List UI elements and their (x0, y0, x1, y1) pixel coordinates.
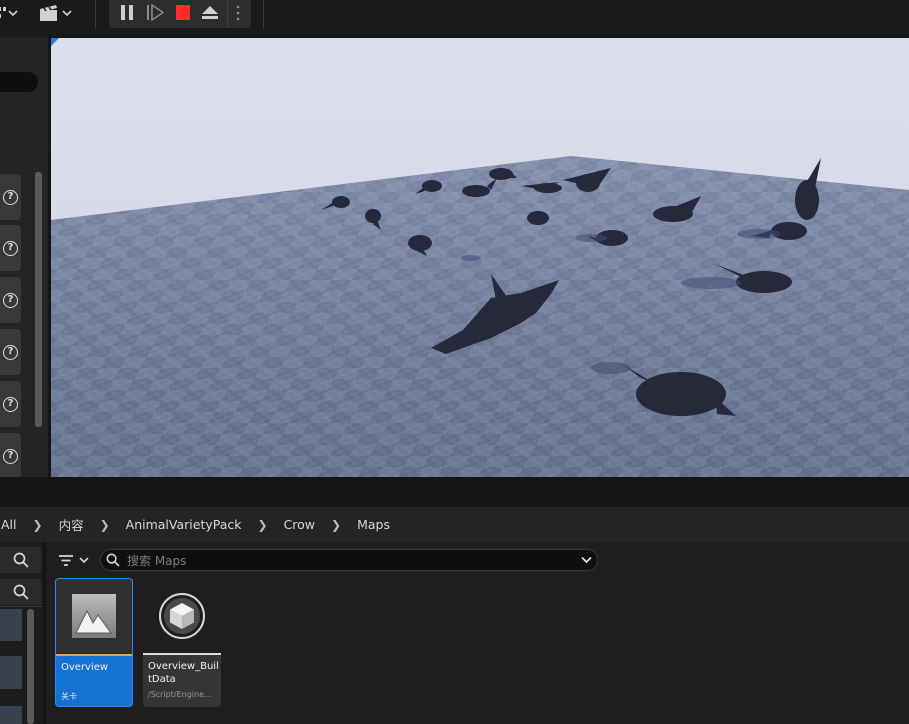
clapperboard-icon[interactable] (38, 3, 60, 23)
help-button[interactable]: ? (0, 225, 21, 271)
toolbar-separator (263, 0, 264, 28)
folder-tree-item[interactable] (0, 609, 22, 641)
sources-panel (0, 542, 43, 724)
filter-icon (59, 555, 89, 566)
help-icon: ? (3, 396, 18, 412)
pause-icon[interactable] (120, 4, 134, 21)
stop-icon[interactable] (175, 4, 191, 21)
grid-icon[interactable] (0, 6, 8, 20)
details-scrollbar[interactable] (35, 172, 42, 427)
level-map-icon (72, 594, 116, 638)
folder-tree-item[interactable] (0, 656, 22, 689)
play-controls-divider (227, 0, 228, 28)
asset-type-stripe (143, 653, 221, 655)
help-button[interactable]: ? (0, 329, 21, 375)
search-icon (13, 552, 29, 568)
help-button[interactable]: ? (0, 381, 21, 427)
asset-type-stripe (56, 654, 132, 656)
asset-search-input[interactable]: 搜索 Maps (100, 549, 598, 571)
step-frame-icon[interactable] (146, 3, 165, 22)
more-icon[interactable] (235, 4, 241, 22)
asset-tile-overview-builtdata[interactable]: Overview_BuiltData /Script/Engine… (143, 578, 221, 707)
collections-search-button[interactable] (0, 579, 41, 605)
asset-tile-overview[interactable]: Overview 关卡 (55, 578, 133, 707)
data-cube-icon (159, 593, 205, 639)
search-icon (13, 584, 29, 600)
breadcrumb-item[interactable]: Crow (280, 517, 319, 532)
asset-thumbnail (56, 579, 132, 655)
sources-search-button[interactable] (0, 547, 41, 573)
help-button[interactable]: ? (0, 433, 21, 479)
toolbar-separator (95, 0, 96, 28)
help-icon: ? (3, 344, 18, 360)
help-icon: ? (3, 448, 18, 464)
asset-type: 关卡 (61, 692, 77, 701)
breadcrumb-item[interactable]: AnimalVarietyPack (122, 517, 246, 532)
toolbar-left-group (0, 0, 90, 28)
viewport-focus-indicator (51, 38, 59, 46)
chevron-right-icon: ❯ (257, 517, 268, 532)
chevron-right-icon: ❯ (99, 517, 110, 532)
sources-divider (0, 606, 43, 607)
chevron-right-icon: ❯ (32, 517, 43, 532)
help-icon: ? (3, 292, 18, 308)
filter-button[interactable] (58, 553, 90, 569)
panel-divider (0, 477, 909, 507)
sources-scrollbar[interactable] (27, 609, 34, 724)
chevron-right-icon: ❯ (331, 517, 342, 532)
breadcrumb-item[interactable]: Maps (353, 517, 394, 532)
asset-name: Overview (61, 662, 109, 673)
viewport-scene (51, 38, 909, 477)
search-icon (106, 553, 120, 567)
chevron-down-icon[interactable] (62, 6, 72, 20)
breadcrumb-item[interactable]: 内容 (55, 515, 88, 534)
details-search-input[interactable] (0, 72, 38, 92)
chevron-down-icon[interactable] (581, 556, 592, 564)
chevron-down-icon[interactable] (8, 6, 18, 20)
details-panel: ? ? ? ? ? ? (0, 37, 48, 479)
play-controls (109, 0, 251, 28)
asset-thumbnail (143, 578, 221, 654)
asset-name: Overview_BuiltData (148, 661, 219, 685)
eject-icon[interactable] (201, 4, 219, 21)
folder-tree-item[interactable] (0, 706, 22, 724)
main-toolbar (0, 0, 909, 37)
search-placeholder: 搜索 Maps (127, 554, 187, 568)
help-button[interactable]: ? (0, 174, 21, 220)
help-icon: ? (3, 189, 18, 205)
help-button[interactable]: ? (0, 277, 21, 323)
breadcrumb: All ❯ 内容 ❯ AnimalVarietyPack ❯ Crow ❯ Ma… (0, 507, 909, 542)
level-viewport[interactable] (51, 38, 909, 477)
help-icon: ? (3, 240, 18, 256)
breadcrumb-item[interactable]: All (0, 517, 21, 532)
asset-type: /Script/Engine… (148, 690, 213, 699)
